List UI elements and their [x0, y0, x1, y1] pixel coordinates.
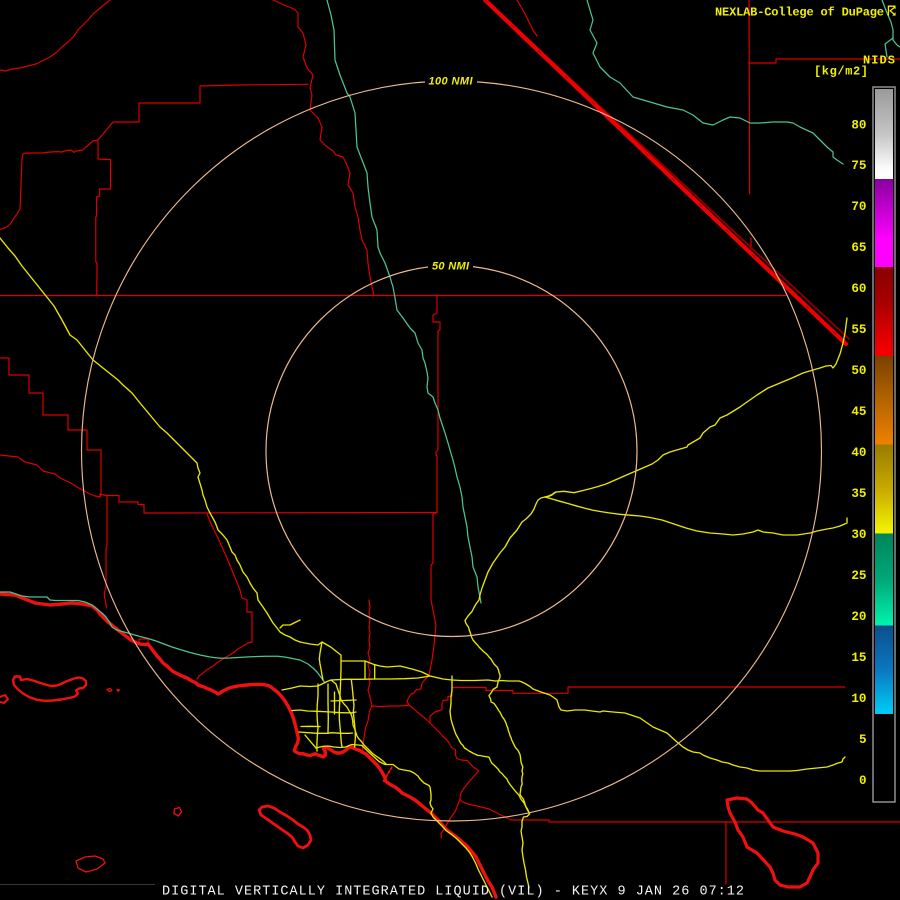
svg-text:60: 60	[851, 282, 866, 296]
svg-text:55: 55	[851, 323, 866, 337]
svg-text:NEXLAB-College of DuPage: NEXLAB-College of DuPage	[715, 6, 884, 20]
svg-text:25: 25	[851, 569, 866, 583]
svg-text:35: 35	[851, 487, 866, 501]
svg-text:80: 80	[851, 118, 866, 132]
svg-text:[kg/m2]: [kg/m2]	[814, 65, 868, 79]
svg-text:40: 40	[851, 446, 866, 460]
svg-text:15: 15	[851, 651, 866, 665]
svg-text:65: 65	[851, 241, 866, 255]
svg-text:70: 70	[851, 200, 866, 214]
svg-text:50 NMI: 50 NMI	[432, 261, 470, 273]
svg-text:0: 0	[859, 774, 867, 788]
svg-text:100 NMI: 100 NMI	[429, 76, 474, 88]
svg-text:75: 75	[851, 159, 866, 173]
svg-text:DIGITAL VERTICALLY INTEGRATED: DIGITAL VERTICALLY INTEGRATED LIQUID (VI…	[162, 885, 744, 900]
svg-text:20: 20	[851, 610, 866, 624]
svg-text:45: 45	[851, 405, 866, 419]
svg-text:5: 5	[859, 733, 867, 747]
svg-text:10: 10	[851, 692, 866, 706]
svg-text:30: 30	[851, 528, 866, 542]
svg-text:50: 50	[851, 364, 866, 378]
